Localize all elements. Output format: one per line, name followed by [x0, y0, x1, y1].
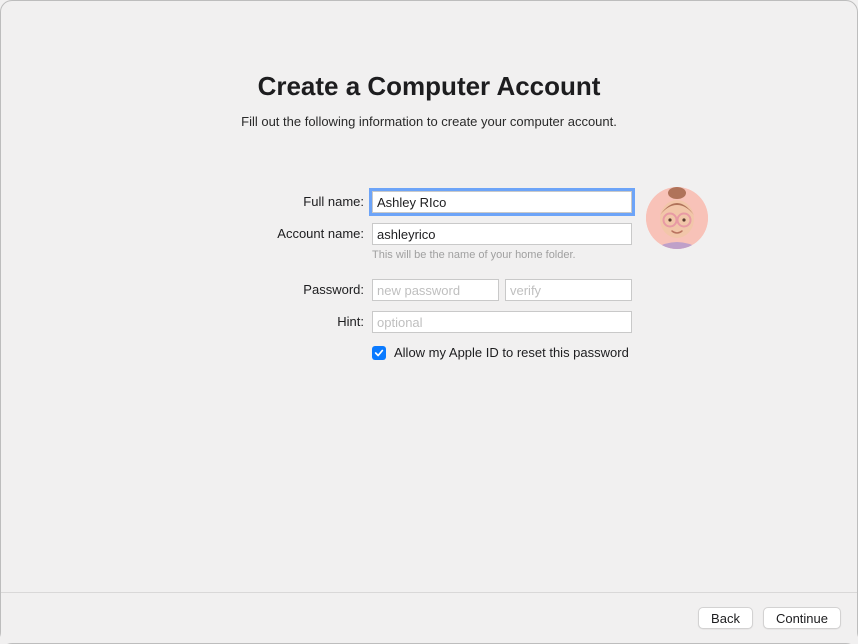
apple-id-reset-checkbox[interactable]: [372, 346, 386, 360]
full-name-label: Full name:: [226, 191, 366, 213]
account-name-input[interactable]: [372, 223, 632, 245]
account-name-label: Account name:: [226, 223, 366, 261]
page-subtitle: Fill out the following information to cr…: [1, 114, 857, 129]
hint-input[interactable]: [372, 311, 632, 333]
verify-password-input[interactable]: [505, 279, 632, 301]
checkmark-icon: [374, 348, 384, 358]
footer-bar: Back Continue: [1, 592, 857, 643]
password-label: Password:: [226, 279, 366, 301]
new-password-input[interactable]: [372, 279, 499, 301]
apple-id-reset-label: Allow my Apple ID to reset this password: [394, 345, 629, 360]
continue-button[interactable]: Continue: [763, 607, 841, 629]
account-avatar[interactable]: [646, 187, 708, 249]
page-title: Create a Computer Account: [1, 71, 857, 102]
account-name-hint: This will be the name of your home folde…: [372, 249, 632, 261]
hint-label: Hint:: [226, 311, 366, 333]
memoji-avatar-icon: [646, 187, 708, 249]
back-button[interactable]: Back: [698, 607, 753, 629]
full-name-input[interactable]: [372, 191, 632, 213]
